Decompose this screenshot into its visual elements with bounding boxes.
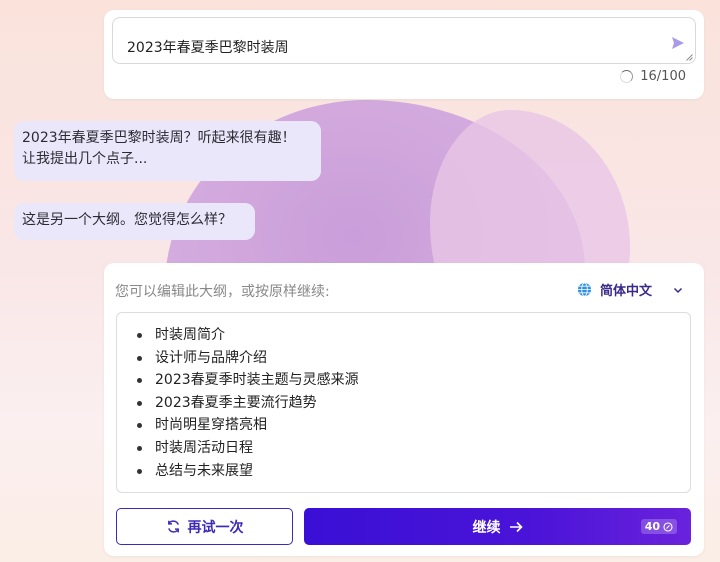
outline-item[interactable]: 时装周简介 xyxy=(137,324,690,347)
outline-item[interactable]: 总结与未来展望 xyxy=(137,460,690,483)
send-arrow-icon[interactable] xyxy=(671,36,685,50)
outline-item[interactable]: 2023春夏季主要流行趋势 xyxy=(137,392,690,415)
continue-label: 继续 xyxy=(472,519,501,536)
outline-item[interactable]: 时装周活动日程 xyxy=(137,437,690,460)
globe-icon xyxy=(577,282,592,297)
loading-spinner-icon xyxy=(620,70,634,83)
outline-hint: 您可以编辑此大纲，或按原样继续: xyxy=(115,284,330,300)
outline-card: 您可以编辑此大纲，或按原样继续: 简体中文 时装周简介 设计师与品牌介绍 202… xyxy=(104,263,704,556)
outline-item[interactable]: 2023春夏季时装主题与灵感来源 xyxy=(137,369,690,392)
assistant-message: 2023年春夏季巴黎时装周？听起来很有趣！ 让我提出几个点子... xyxy=(14,121,321,181)
arrow-right-icon xyxy=(509,521,523,532)
refresh-icon xyxy=(167,520,179,533)
continue-button[interactable]: 继续 40 xyxy=(304,508,691,545)
resize-handle-icon[interactable] xyxy=(686,54,693,61)
character-count: 16/100 xyxy=(640,69,686,84)
message-line: 2023年春夏季巴黎时装周？听起来很有趣！ xyxy=(22,130,296,146)
prompt-card: 2023年春夏季巴黎时装周 16/100 xyxy=(104,10,704,99)
prompt-input[interactable]: 2023年春夏季巴黎时装周 xyxy=(112,17,696,64)
language-label: 简体中文 xyxy=(599,284,652,299)
retry-button[interactable]: 再试一次 xyxy=(116,508,293,545)
retry-label: 再试一次 xyxy=(187,519,244,536)
prompt-input-value: 2023年春夏季巴黎时装周 xyxy=(127,40,289,56)
assistant-message: 这是另一个大纲。您觉得怎么样？ xyxy=(14,203,255,240)
outline-item[interactable]: 设计师与品牌介绍 xyxy=(137,347,690,370)
credit-badge: 40 xyxy=(640,519,677,534)
chevron-down-icon xyxy=(673,287,683,293)
message-line: 这是另一个大纲。您觉得怎么样？ xyxy=(22,212,232,228)
message-line: 让我提出几个点子... xyxy=(22,151,148,167)
coin-icon xyxy=(663,521,673,532)
character-counter: 16/100 xyxy=(620,69,686,84)
outline-editor[interactable]: 时装周简介 设计师与品牌介绍 2023春夏季时装主题与灵感来源 2023春夏季主… xyxy=(116,312,691,493)
credit-count: 40 xyxy=(644,520,660,533)
outline-list: 时装周简介 设计师与品牌介绍 2023春夏季时装主题与灵感来源 2023春夏季主… xyxy=(137,324,690,482)
language-select[interactable]: 简体中文 xyxy=(577,280,684,299)
outline-item[interactable]: 时尚明星穿搭亮相 xyxy=(137,414,690,437)
